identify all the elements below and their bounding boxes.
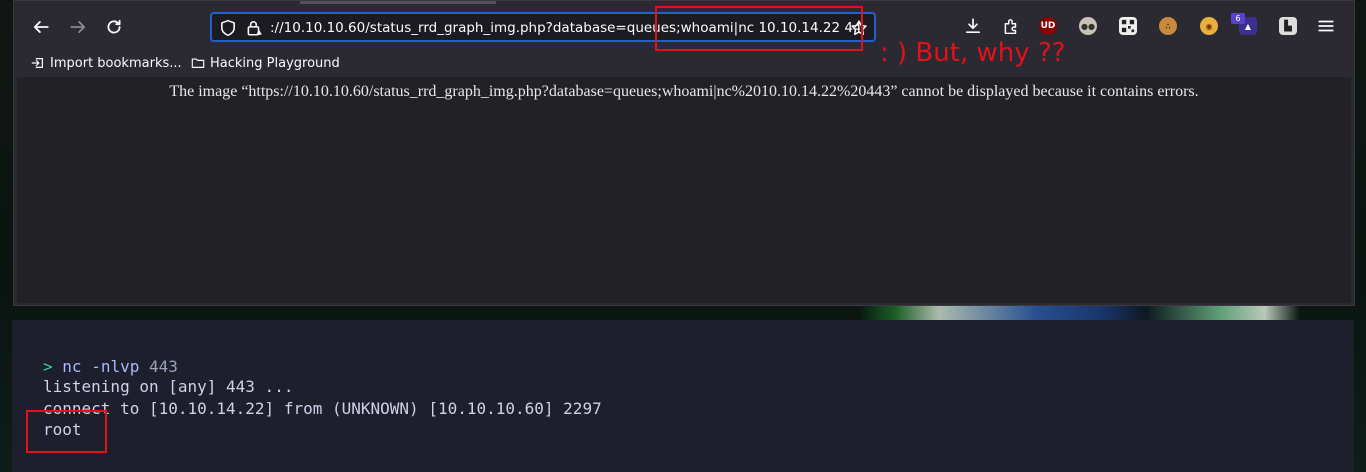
bookmark-import-label: Import bookmarks...	[50, 55, 182, 71]
tab-strip-edge	[300, 1, 496, 4]
back-arrow-icon	[33, 21, 49, 33]
terminal-command-line: > nc -nlvp 443	[43, 357, 178, 377]
reload-icon	[107, 19, 121, 34]
forward-button[interactable]	[66, 15, 90, 39]
bookmark-hacking-playground-label: Hacking Playground	[210, 55, 340, 71]
shield-icon[interactable]	[219, 19, 237, 37]
command-injection-highlight	[655, 6, 863, 51]
page-content: The image “https://10.10.10.60/status_rr…	[17, 77, 1351, 303]
ublock-extension-icon[interactable]: UD	[1039, 17, 1057, 35]
bookmarks-bar: Import bookmarks... Hacking Playground	[14, 51, 1354, 75]
command-flags: -nlvp	[91, 357, 140, 376]
root-output-highlight	[26, 410, 107, 453]
image-error-message: The image “https://10.10.10.60/status_rr…	[169, 83, 1199, 100]
terminal-window: > nc -nlvp 443 listening on [any] 443 ..…	[12, 320, 1354, 472]
puzzle-icon	[1004, 19, 1017, 35]
terminal-output-line: connect to [10.10.14.22] from (UNKNOWN) …	[43, 399, 602, 418]
extension-badge: 6	[1231, 13, 1245, 24]
hamburger-menu-icon	[1318, 20, 1334, 32]
qr-code-extension-icon[interactable]	[1119, 17, 1137, 35]
wappalyzer-extension-icon[interactable]: ◉	[1200, 17, 1218, 35]
menu-button[interactable]	[1317, 17, 1335, 35]
downloads-button[interactable]	[964, 17, 982, 35]
back-button[interactable]	[29, 15, 53, 39]
reload-button[interactable]	[102, 15, 126, 39]
terminal-output-line: listening on [any] 443 ...	[43, 377, 294, 396]
folder-icon	[191, 58, 205, 68]
user-agent-extension-icon[interactable]: ▙	[1279, 17, 1297, 35]
forward-arrow-icon	[70, 21, 86, 33]
prompt-symbol: >	[43, 357, 53, 376]
extensions-button[interactable]	[1002, 17, 1020, 35]
import-icon	[31, 58, 43, 68]
owl-extension-icon[interactable]: ●●	[1079, 17, 1097, 35]
bookmark-hacking-playground[interactable]: Hacking Playground	[191, 55, 340, 71]
command-port: 443	[149, 357, 178, 376]
download-icon	[965, 18, 981, 34]
bookmark-import[interactable]: Import bookmarks...	[31, 55, 182, 71]
command-name: nc	[62, 357, 82, 376]
qr-icon	[1121, 19, 1135, 33]
annotation-text: : ) But, why ??	[880, 38, 1066, 68]
cookie-extension-icon[interactable]: ∴	[1159, 17, 1177, 35]
lock-warning-icon[interactable]	[245, 19, 263, 37]
ublock-label: UD	[1040, 21, 1056, 31]
